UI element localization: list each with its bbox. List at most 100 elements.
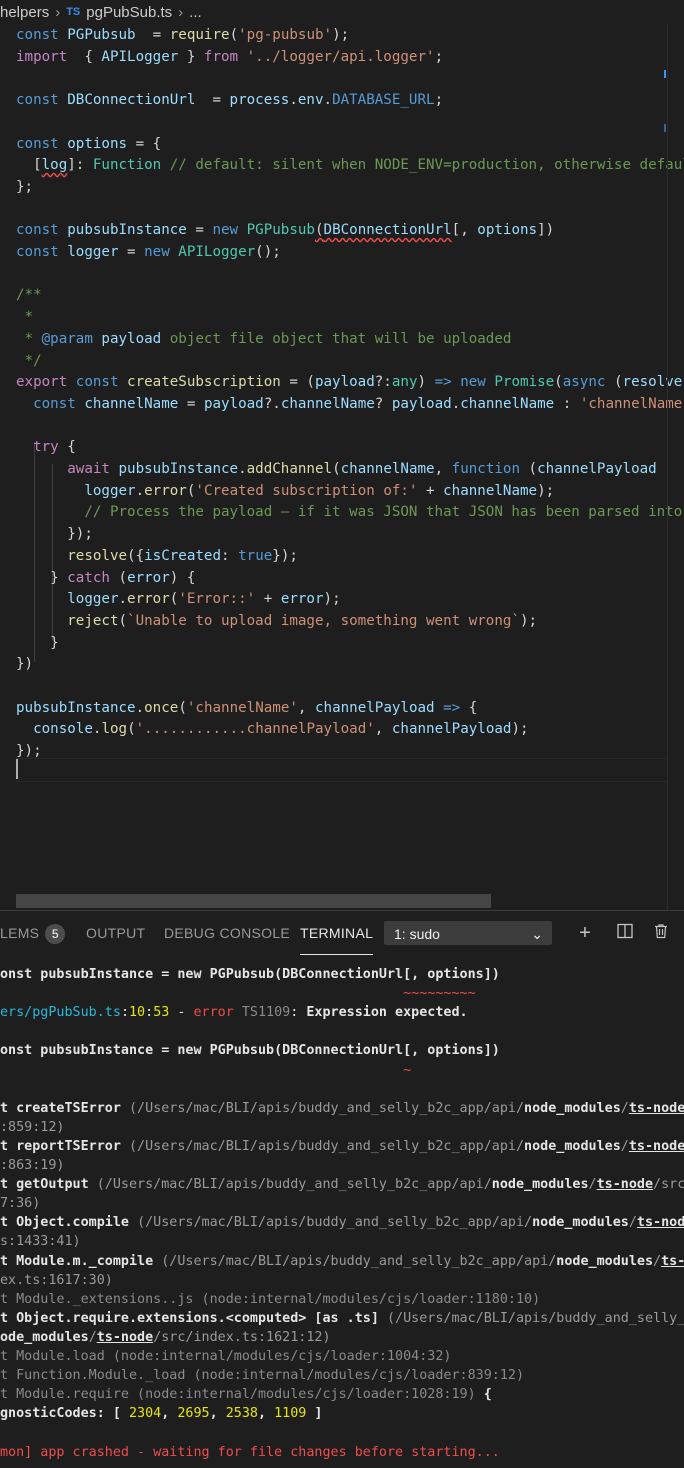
terminal-line: t Module.load (node:internal/modules/cjs… <box>0 1347 451 1366</box>
terminal-line-token: :863:19) <box>0 1158 65 1173</box>
code-line-token: // Process the payload – if it was JSON … <box>84 504 683 521</box>
code-line-token <box>16 439 33 455</box>
terminal-line-token: TS1109 <box>233 1005 291 1021</box>
terminal-line-token: / <box>653 1253 662 1269</box>
terminal-line: gnosticCodes: [ 2304, 2695, 2538, 1109 ] <box>0 1404 323 1423</box>
split-icon[interactable] <box>613 921 637 945</box>
terminal-line: ers/pgPubSub.ts:10:53 - error TS1109: Ex… <box>0 1003 468 1022</box>
code-line-token <box>16 483 84 499</box>
code-line-token: , <box>374 721 392 738</box>
terminal-line-token: (/Users/mac/BLI/apis/buddy_and_selly_b2c… <box>161 1253 557 1269</box>
code-line-token: error <box>127 591 170 608</box>
code-line-token: Promise <box>494 374 555 391</box>
code-line-token: + <box>417 482 444 499</box>
code-line-token: pubsubInstance <box>16 699 136 716</box>
code-line-token: const <box>75 374 128 391</box>
code-line-token: const <box>16 27 68 43</box>
code-line-token: APILogger <box>178 244 256 260</box>
code-line-token: 'channelName' <box>186 699 298 716</box>
tab-debug-console[interactable]: DEBUG CONSOLE <box>164 911 290 955</box>
terminal-line-token: ode_modules <box>0 1329 89 1345</box>
breadcrumb: helpers › TS pgPubSub.ts › ... <box>0 0 684 24</box>
code-line: reject(`Unable to upload image, somethin… <box>16 610 537 632</box>
code-line: logger.error('Created subscription of:' … <box>16 480 554 502</box>
code-line-token: ; <box>434 92 444 109</box>
code-line-token: channelName <box>84 395 179 412</box>
terminal-line-token: / <box>88 1329 97 1345</box>
terminal-select-value: 1: sudo <box>394 926 440 942</box>
terminal-line-token: (/Users/mac/BLI/apis/buddy_and_selly_b2c… <box>129 1138 525 1154</box>
code-line: */ <box>16 350 42 372</box>
code-line-token: logger <box>67 244 119 260</box>
code-line-token: : <box>554 395 580 412</box>
code-line-token: { <box>67 48 102 65</box>
code-line-token: payload <box>101 330 162 347</box>
terminal-line-token: / <box>588 1177 597 1193</box>
breadcrumb-symbol[interactable]: ... <box>189 4 202 21</box>
code-line-token: . <box>323 92 333 109</box>
code-line-token: from <box>203 48 239 65</box>
terminal-line-token: onst pubsubInstance = new PGPubsub(DBCon… <box>0 967 500 982</box>
code-line: export const createSubscription = (paylo… <box>16 371 682 393</box>
code-line-token: ) <box>417 374 435 391</box>
trash-icon[interactable] <box>649 921 673 945</box>
code-line-token: options <box>67 135 128 152</box>
code-line-token: * <box>16 330 42 347</box>
terminal-line-token: node_modules <box>491 1177 589 1193</box>
code-line-token: ); <box>537 482 555 499</box>
code-line-token: ({ <box>127 547 145 564</box>
code-line-token: = ( <box>280 374 315 391</box>
terminal-line-token: 2304 <box>129 1406 162 1422</box>
terminal-line-token: / <box>628 1215 637 1231</box>
tab-problems[interactable]: LEMS 5 <box>0 911 66 955</box>
terminal-line-token: ex.ts:1617:30) <box>0 1272 113 1288</box>
code-line-token: , <box>434 461 452 477</box>
typescript-file-icon: TS <box>66 6 81 18</box>
code-line-token: resolve <box>622 374 683 391</box>
code-line-token: PGPubsub <box>246 222 315 239</box>
code-line-token: => <box>434 374 461 391</box>
terminal-select[interactable]: 1: sudo ⌄ <box>384 921 552 945</box>
code-line-token <box>16 396 33 412</box>
horizontal-scrollbar[interactable] <box>16 894 491 908</box>
terminal-line-token: (/Users/mac/BLI/apis/buddy_and_selly_b2c… <box>96 1177 492 1193</box>
panel-tab-bar: LEMS 5 OUTPUT DEBUG CONSOLE TERMINAL 1: s… <box>0 910 684 955</box>
code-line-token: const <box>16 244 68 260</box>
code-editor[interactable]: const PGPubsub = require('pg-pubsub'); im… <box>0 24 684 910</box>
code-line-token: const <box>16 222 68 239</box>
tab-output[interactable]: OUTPUT <box>86 911 145 955</box>
code-line-token: = { <box>127 135 162 152</box>
code-line-token: catch <box>67 569 110 586</box>
code-line-token: logger <box>84 482 136 499</box>
code-line-token: , <box>297 699 315 716</box>
code-line: [log]: Function // default: silent when … <box>16 154 684 176</box>
terminal-line-token: , <box>161 1406 178 1422</box>
terminal-line-token: /src/ <box>653 1177 684 1193</box>
terminal-line-token: t Module.load (node:internal/modules/cjs… <box>0 1349 452 1364</box>
breadcrumb-folder[interactable]: helpers <box>0 4 49 21</box>
code-line: import { APILogger } from '../logger/api… <box>16 46 443 68</box>
terminal-line: t Object.require.extensions.<computed> [… <box>0 1309 684 1328</box>
code-line-token: createSubscription <box>127 374 281 391</box>
code-line-token: isCreated <box>144 547 222 564</box>
code-line-token: APILogger <box>101 48 179 65</box>
tab-terminal[interactable]: TERMINAL <box>300 911 374 955</box>
overview-ruler <box>667 24 668 910</box>
code-line: }); <box>16 740 42 762</box>
code-line-token: ); <box>332 27 350 43</box>
code-line-token: = <box>178 395 204 412</box>
code-line: try { <box>16 436 76 458</box>
code-line-token <box>16 504 84 520</box>
code-line-token: ]: <box>67 157 93 174</box>
tab-problems-label: LEMS <box>0 925 40 941</box>
terminal-output[interactable]: onst pubsubInstance = new PGPubsub(DBCon… <box>0 955 684 1468</box>
breadcrumb-file[interactable]: pgPubSub.ts <box>86 4 172 21</box>
code-line-token: options <box>477 222 538 239</box>
terminal-line: t Function.Module._load (node:internal/m… <box>0 1366 524 1385</box>
code-line: // Process the payload – if it was JSON … <box>16 501 682 523</box>
plus-icon[interactable]: + <box>573 921 597 945</box>
code-line-token: ); <box>511 721 529 738</box>
code-line-token: } <box>16 634 59 651</box>
code-line-token: await <box>67 461 119 477</box>
code-line-token: (); <box>255 244 281 260</box>
